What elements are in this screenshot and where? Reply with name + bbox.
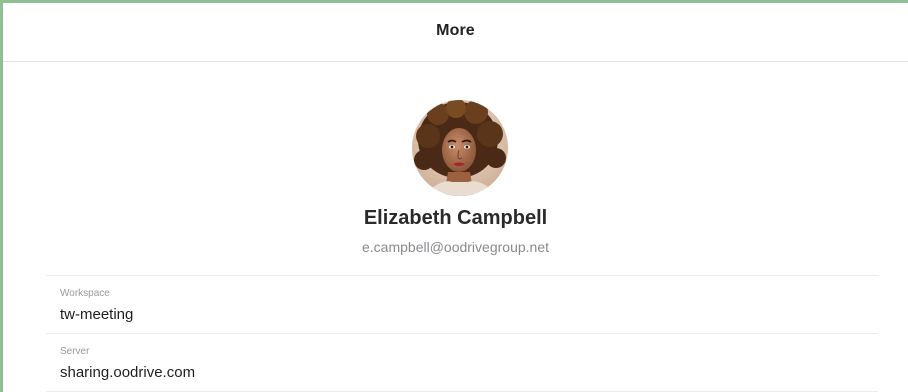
avatar-photo xyxy=(412,100,508,196)
server-row[interactable]: Server sharing.oodrive.com xyxy=(46,334,878,392)
avatar[interactable] xyxy=(412,100,508,196)
navigation-bar: More xyxy=(3,3,908,62)
app-window: More Elizabeth Campbell e.campbell@oodri… xyxy=(0,0,908,392)
workspace-value: tw-meeting xyxy=(60,306,134,323)
server-label: Server xyxy=(60,346,90,357)
profile-email: e.campbell@oodrivegroup.net xyxy=(362,239,549,255)
account-info-list: Workspace tw-meeting Server sharing.oodr… xyxy=(46,275,878,392)
workspace-label: Workspace xyxy=(60,288,110,299)
profile-name: Elizabeth Campbell xyxy=(363,207,548,229)
page-title: More xyxy=(436,22,475,39)
workspace-row[interactable]: Workspace tw-meeting xyxy=(46,276,878,334)
server-value: sharing.oodrive.com xyxy=(60,364,196,381)
